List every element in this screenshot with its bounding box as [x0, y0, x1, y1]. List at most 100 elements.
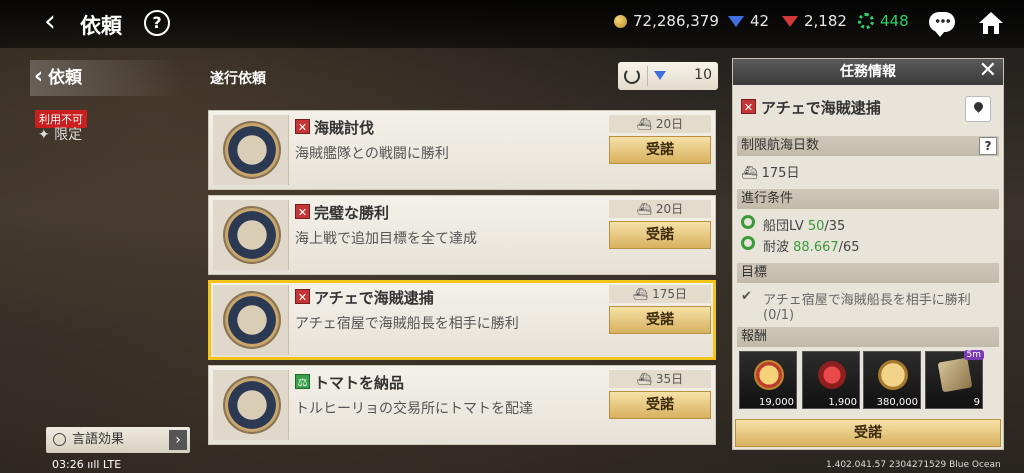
checkmark-icon: ✔: [741, 289, 752, 304]
quest-days: ⛴ 20日: [609, 200, 711, 218]
conditions-section-header: 進行条件: [737, 189, 999, 209]
goal-text: アチェ宿屋で海賊船長を相手に勝利: [763, 293, 971, 308]
panel-header: 任務情報: [733, 59, 1003, 85]
limit-value: ⛴ 175日: [741, 166, 800, 181]
limit-section-header: 制限航海日数 ?: [737, 136, 999, 156]
ship-wheel-emblem-icon: [225, 123, 279, 177]
condition-name: 船団LV: [763, 219, 808, 234]
goal-progress: (0/1): [763, 308, 795, 323]
ruby-value: 2,182: [804, 12, 847, 30]
quest-card-selected[interactable]: ✕ アチェで海賊逮捕 アチェ宿屋で海賊船長を相手に勝利 ⛴ 175日 受諾: [208, 280, 716, 360]
sidebar-item-limited[interactable]: ✦ 限定: [38, 124, 82, 144]
reward-item[interactable]: 5m 9: [925, 350, 984, 409]
chevron-right-icon: ›: [169, 430, 187, 450]
condition-name: 耐波: [763, 240, 794, 255]
battle-tag-icon: ✕: [295, 289, 310, 304]
battle-tag-icon: ✕: [295, 204, 310, 219]
close-icon[interactable]: ✕: [979, 59, 997, 83]
panel-quest-title: アチェで海賊逮捕: [761, 99, 881, 117]
quest-card[interactable]: ⚖ トマトを納品 トルヒーリョの交易所にトマトを配達 ⛴ 35日 受諾: [208, 365, 716, 445]
reward-count: 9: [973, 397, 980, 408]
quest-description: 海賊艦隊との戦闘に勝利: [295, 146, 449, 162]
battle-tag-icon: ✕: [295, 119, 310, 134]
globe-icon: [53, 433, 66, 446]
reward-item[interactable]: 380,000: [863, 351, 921, 409]
chat-dots: [935, 19, 951, 23]
limit-help-button[interactable]: ?: [979, 137, 997, 155]
help-button[interactable]: ?: [144, 10, 170, 36]
limit-label: 制限航海日数: [741, 138, 820, 153]
sapphire-counter: 42: [728, 12, 769, 30]
divider: [647, 66, 648, 86]
condition-current: 88.667: [793, 240, 839, 255]
accept-mission-button[interactable]: 受諾: [735, 419, 1001, 447]
sapphire-icon: [654, 71, 666, 80]
accept-button[interactable]: 受諾: [609, 136, 711, 164]
accept-button[interactable]: 受諾: [609, 391, 711, 419]
quest-description: アチェ宿屋で海賊船長を相手に勝利: [295, 316, 519, 332]
green-points-value: 448: [880, 12, 909, 30]
medal-icon: [754, 360, 784, 390]
duration-badge: 5m: [963, 350, 984, 360]
accept-button[interactable]: 受諾: [609, 306, 711, 334]
sidebar-item-requests[interactable]: 依頼: [30, 59, 180, 96]
ruby-counter: 2,182: [782, 12, 847, 30]
quest-card[interactable]: ✕ 完璧な勝利 海上戦で追加目標を全て達成 ⛴ 20日 受諾: [208, 195, 716, 275]
condition-ring-icon: [741, 236, 755, 250]
quest-description: 海上戦で追加目標を全て達成: [295, 231, 477, 247]
scale-coin-icon: [878, 360, 908, 390]
home-icon[interactable]: [977, 10, 1005, 36]
quest-emblem-box: [213, 285, 289, 355]
quest-days: ⛴ 175日: [609, 285, 711, 303]
reward-count: 380,000: [876, 397, 918, 408]
status-time: 03:26 ııll LTE: [52, 458, 121, 471]
condition-ring-icon: [741, 215, 755, 229]
accept-button[interactable]: 受諾: [609, 221, 711, 249]
refresh-count: 10: [694, 67, 712, 83]
ship-wheel-icon: [858, 13, 874, 29]
refresh-button[interactable]: 10: [618, 62, 718, 90]
version-text: 1.402.041.57 2304271529 Blue Ocean: [826, 460, 1001, 470]
quest-name: トマトを納品: [314, 374, 405, 392]
mission-info-panel: 任務情報 ✕ ✕ アチェで海賊逮捕 制限航海日数 ? ⛴ 175日 進行条件 船…: [732, 58, 1004, 450]
ship-wheel-emblem-icon: [225, 208, 279, 262]
gold-counter: 72,286,379: [614, 12, 719, 30]
quest-emblem-box: [213, 200, 289, 270]
quest-description: トルヒーリョの交易所にトマトを配達: [295, 401, 533, 417]
quest-name: アチェで海賊逮捕: [314, 289, 434, 307]
ruby-icon: [782, 15, 798, 27]
language-effect-label: 言語効果: [72, 432, 125, 447]
trade-tag-icon: ⚖: [295, 374, 310, 389]
quest-emblem-box: [213, 370, 289, 440]
condition-required: /35: [824, 219, 846, 234]
quest-card[interactable]: ✕ 海賊討伐 海賊艦隊との戦闘に勝利 ⛴ 20日 受諾: [208, 110, 716, 190]
quest-name: 海賊討伐: [314, 119, 375, 137]
reward-section-header: 報酬: [737, 327, 999, 347]
reward-label: 報酬: [741, 329, 768, 344]
ship-wheel-emblem-icon: [225, 378, 279, 432]
clock-text: 03:26: [52, 458, 84, 471]
ship-wheel-emblem-icon: [225, 293, 279, 347]
goal-label: 目標: [741, 265, 768, 280]
quest-name: 完璧な勝利: [314, 204, 390, 222]
condition-required: /65: [838, 240, 860, 255]
top-bar: ‹ 依頼 ? 72,286,379 42 2,182 448: [0, 0, 1024, 48]
sapphire-value: 42: [750, 12, 770, 30]
condition-seaworthiness: 耐波 88.667/65: [763, 236, 860, 255]
signal-text: ııll LTE: [87, 458, 122, 471]
refresh-icon: [624, 68, 640, 84]
back-chevron-icon[interactable]: ‹: [44, 7, 70, 38]
language-effect-button[interactable]: 言語効果 ›: [46, 427, 190, 453]
reward-count: 1,900: [828, 397, 857, 408]
gold-coin-icon: [614, 14, 627, 28]
laurel-star-icon: [817, 360, 847, 390]
map-scroll-icon: [937, 357, 973, 393]
location-pin-icon[interactable]: [965, 96, 991, 122]
section-title: 遂行依頼: [210, 71, 266, 87]
quest-emblem-box: [213, 115, 289, 185]
quest-days: ⛴ 35日: [609, 370, 711, 388]
reward-item[interactable]: 1,900: [802, 351, 860, 409]
goal-section-header: 目標: [737, 263, 999, 283]
reward-item[interactable]: 19,000: [739, 351, 797, 409]
condition-current: 50: [807, 219, 825, 234]
